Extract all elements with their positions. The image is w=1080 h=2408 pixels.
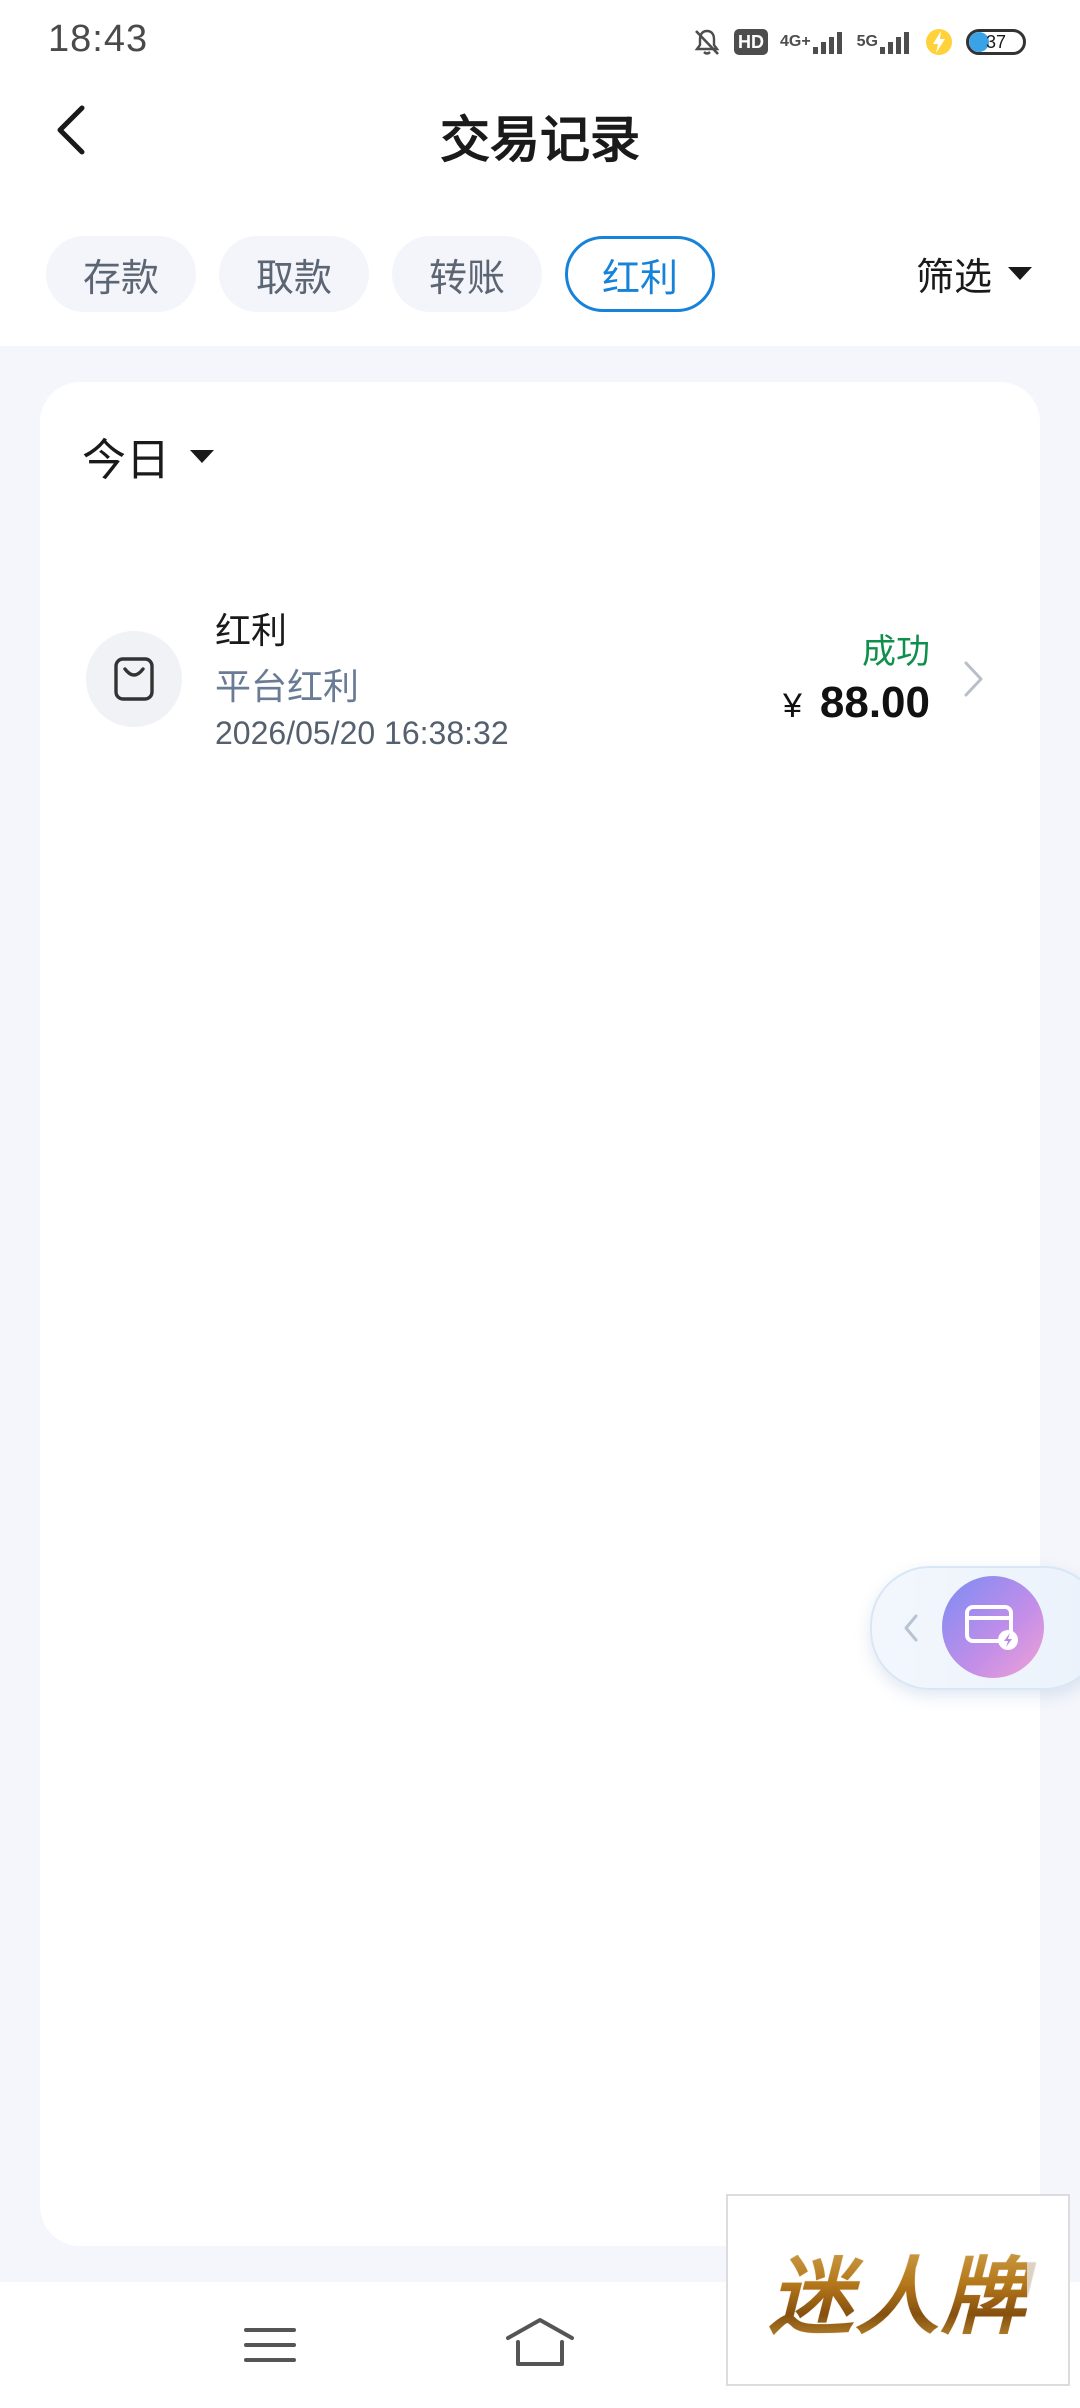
date-filter-label: 今日 [82,436,170,485]
date-filter-dropdown[interactable]: 今日 [82,424,214,488]
battery-level: 37 [985,32,1007,52]
tab-deposit[interactable]: 存款 [46,236,196,312]
record-title: 红利 [215,610,288,651]
watermark-logo: 迷人牌 [726,2194,1070,2386]
charging-icon [924,27,954,57]
status-icons: HD 4G+ 5G 37 [692,22,1026,62]
hd-badge: HD [733,29,768,55]
filter-button[interactable]: 筛选 [916,246,1032,301]
record-time: 2026/05/20 16:38:32 [215,715,509,751]
bell-off-icon [692,27,722,57]
bag-icon [86,631,182,727]
amount-value: 88.00 [819,678,930,727]
tab-bonus[interactable]: 红利 [565,236,715,312]
header: 交易记录 [0,80,1080,180]
status-bar: 18:43 HD 4G+ 5G 37 [0,0,1080,80]
currency-symbol: ¥ [782,687,802,725]
collapse-arrow-icon[interactable] [896,1606,926,1650]
signal-5g-icon: 5G [857,29,912,55]
status-time: 18:43 [48,18,149,60]
page-title: 交易记录 [440,112,640,168]
signal-4g-icon: 4G+ [780,29,845,55]
records-card: 今日 红利 平台红利 2026/05/20 16:38:32 成功 ¥ 88.0… [40,382,1040,2246]
tab-transfer[interactable]: 转账 [392,236,542,312]
record-status: 成功 [862,633,930,671]
chevron-right-icon [954,654,994,704]
record-subtitle: 平台红利 [215,666,360,707]
caret-down-icon [1008,267,1032,280]
floating-widget[interactable] [870,1566,1080,1690]
network-5g-label: 5G [856,33,878,50]
card-lightning-icon[interactable] [942,1576,1044,1678]
tab-withdraw[interactable]: 取款 [219,236,369,312]
battery-icon: 37 [966,29,1026,55]
record-item[interactable]: 红利 平台红利 2026/05/20 16:38:32 成功 ¥ 88.00 [40,602,1040,762]
filter-label: 筛选 [915,257,992,299]
caret-down-icon [190,449,214,463]
menu-icon[interactable] [240,2320,300,2370]
watermark-text: 迷人牌 [769,2230,1027,2351]
record-amount: ¥ 88.00 [783,678,930,728]
network-4g-label: 4G+ [779,33,811,50]
tab-bar: 存款 取款 转账 红利 [46,236,715,312]
home-icon[interactable] [500,2312,580,2372]
top-area: 18:43 HD 4G+ 5G 37 交易记录 存款 取款 转账 红利 筛选 [0,0,1080,346]
